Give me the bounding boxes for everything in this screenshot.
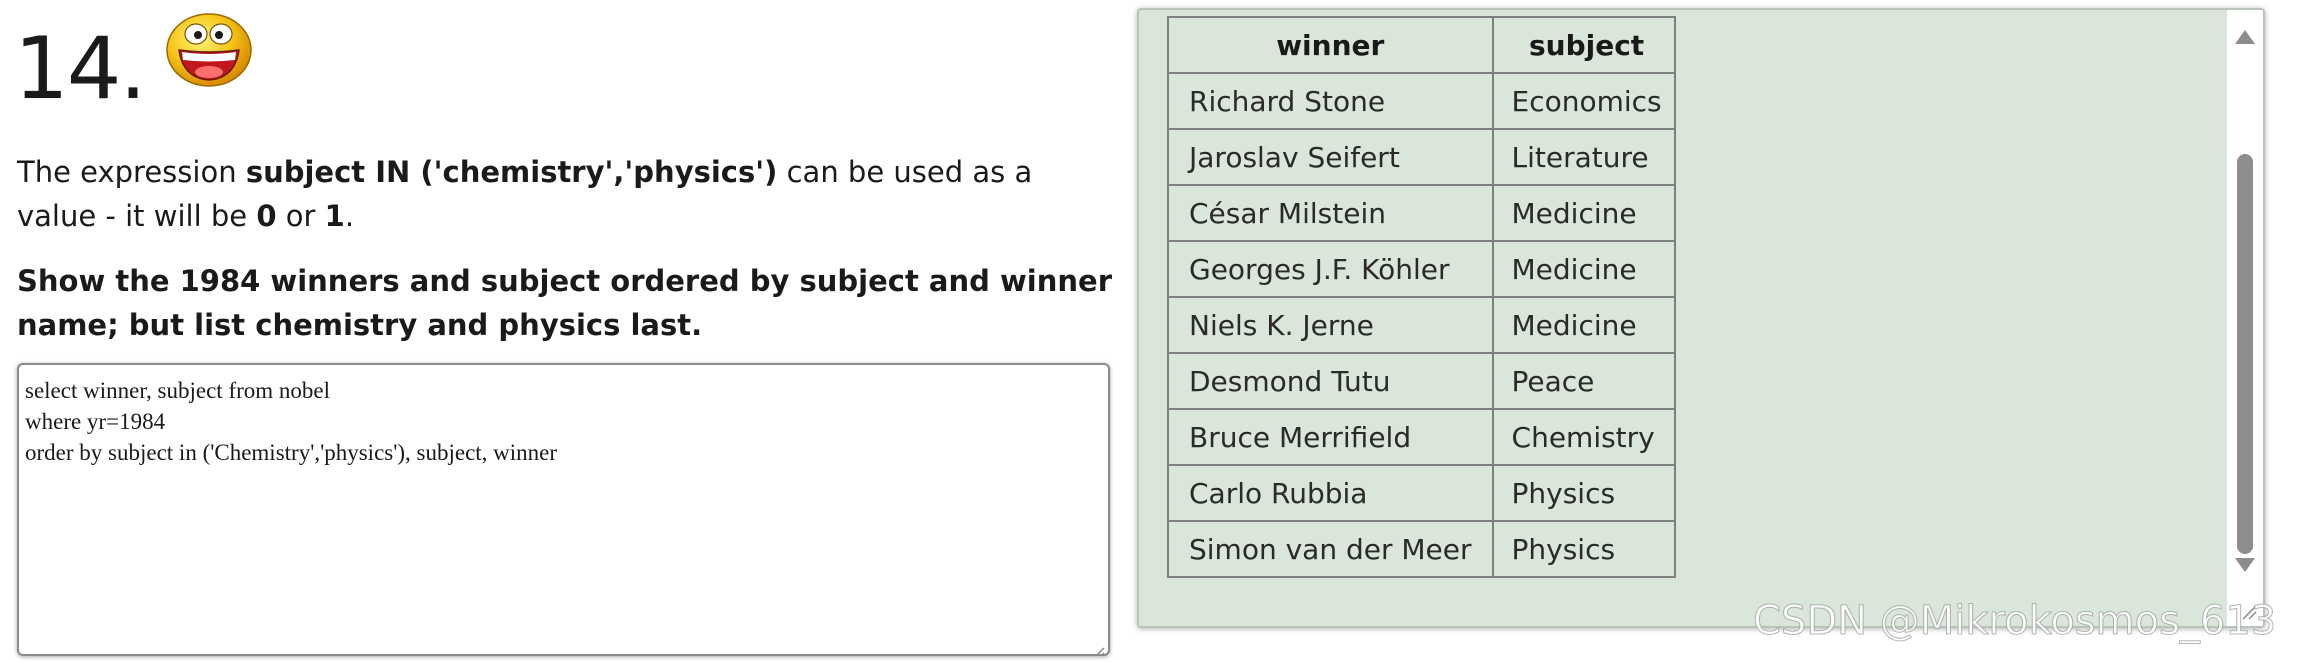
cell-winner: Georges J.F. Köhler [1167, 240, 1494, 298]
cell-winner: Jaroslav Seifert [1167, 128, 1494, 186]
sql-editor[interactable]: select winner, subject from nobel where y… [17, 363, 1110, 656]
cell-winner: César Milstein [1167, 184, 1494, 242]
table-row: Simon van der Meer Physics [1167, 520, 1676, 578]
cell-winner: Bruce Merrifield [1167, 408, 1494, 466]
question-heading: 14. [14, 13, 255, 119]
scrollbar-thumb[interactable] [2237, 154, 2253, 554]
cell-winner: Desmond Tutu [1167, 352, 1494, 410]
column-header-subject: subject [1491, 16, 1676, 74]
table-row: Bruce Merrifield Chemistry [1167, 408, 1676, 466]
table-row: Carlo Rubbia Physics [1167, 464, 1676, 522]
code-line: select winner, subject from nobel [25, 378, 331, 403]
desc-bold-zero: 0 [256, 199, 277, 233]
column-header-winner: winner [1167, 16, 1494, 74]
scroll-up-arrow-icon[interactable] [2235, 30, 2255, 44]
table-row: Jaroslav Seifert Literature [1167, 128, 1676, 186]
cell-winner: Niels K. Jerne [1167, 296, 1494, 354]
task-instruction: Show the 1984 winners and subject ordere… [17, 264, 1112, 342]
cell-winner: Carlo Rubbia [1167, 464, 1494, 522]
table-row: Richard Stone Economics [1167, 72, 1676, 130]
table-header-row: winner subject [1167, 16, 1676, 74]
table-row: Niels K. Jerne Medicine [1167, 296, 1676, 354]
results-table: winner subject Richard Stone Economics J… [1167, 16, 1676, 578]
results-scrollbar[interactable] [2227, 10, 2263, 626]
cell-subject: Medicine [1491, 240, 1676, 298]
question-panel: 14. The expression subject IN ('chemistr… [0, 0, 1130, 662]
cell-subject: Medicine [1491, 296, 1676, 354]
desc-bold-expression: subject IN ('chemistry','physics') [245, 155, 778, 189]
cell-subject: Literature [1491, 128, 1676, 186]
table-row: Desmond Tutu Peace [1167, 352, 1676, 410]
resize-grip-icon[interactable] [1091, 637, 1105, 654]
cell-subject: Chemistry [1491, 408, 1676, 466]
question-description: The expression subject IN ('chemistry','… [17, 150, 1117, 238]
table-row: Georges J.F. Köhler Medicine [1167, 240, 1676, 298]
code-line: order by subject in ('Chemistry','physic… [25, 440, 558, 465]
code-line: where yr=1984 [25, 409, 166, 434]
cell-subject: Physics [1491, 464, 1676, 522]
question-number: 14. [14, 19, 147, 119]
cell-subject: Peace [1491, 352, 1676, 410]
watermark-text: CSDN @Mikrokosmos_613 [1752, 598, 2277, 645]
desc-text-1: The expression [17, 155, 246, 189]
cell-subject: Economics [1491, 72, 1676, 130]
desc-text-3: or [276, 199, 325, 233]
table-row: César Milstein Medicine [1167, 184, 1676, 242]
cell-subject: Medicine [1491, 184, 1676, 242]
laughing-smiley-icon [163, 10, 255, 94]
scroll-down-arrow-icon[interactable] [2235, 558, 2255, 572]
cell-subject: Physics [1491, 520, 1676, 578]
desc-bold-one: 1 [324, 199, 345, 233]
desc-text-4: . [344, 199, 355, 233]
cell-winner: Richard Stone [1167, 72, 1494, 130]
results-panel: winner subject Richard Stone Economics J… [1137, 8, 2265, 628]
cell-winner: Simon van der Meer [1167, 520, 1494, 578]
